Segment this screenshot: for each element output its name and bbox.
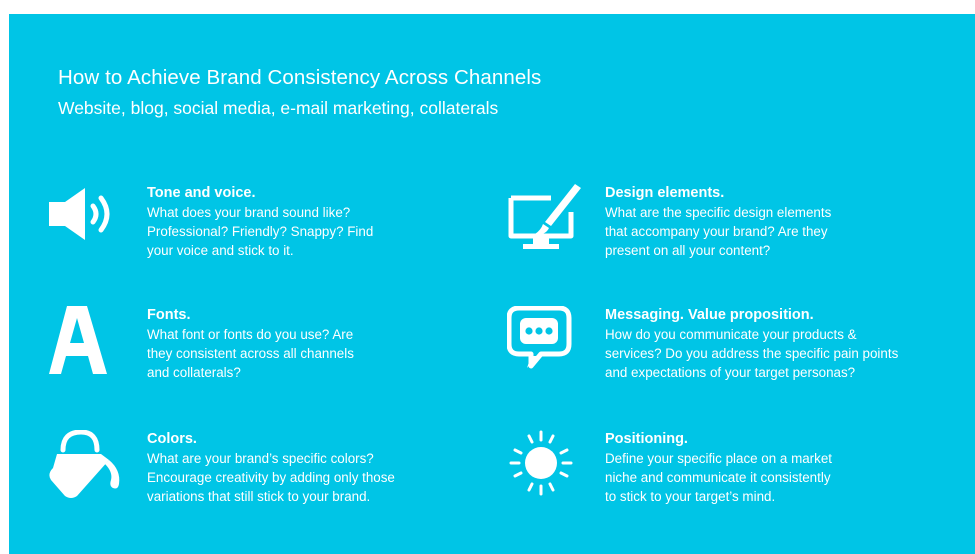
item-heading: Fonts.: [147, 307, 191, 323]
item-description: What are your brand’s specific colors? E…: [147, 451, 395, 504]
item-heading: Messaging. Value proposition.: [605, 307, 814, 323]
paint-bucket-icon: [49, 429, 129, 505]
chat-bubble-icon: [506, 305, 587, 381]
item-heading: Tone and voice.: [147, 185, 256, 201]
speaker-icon: [49, 184, 129, 249]
page-subtitle: Website, blog, social media, e-mail mark…: [58, 98, 499, 118]
item-description: Define your specific place on a market n…: [605, 451, 833, 504]
item-heading: Positioning.: [605, 431, 688, 447]
item-heading: Design elements.: [605, 185, 725, 201]
page-title: How to Achieve Brand Consistency Across …: [58, 66, 542, 89]
item-description: What font or fonts do you use? Are they …: [147, 327, 354, 380]
item-heading: Colors.: [147, 431, 197, 447]
sun-icon: [507, 430, 587, 505]
item-description: How do you communicate your products & s…: [605, 327, 899, 380]
item-description: What does your brand sound like? Profess…: [147, 205, 374, 258]
item-description: What are the specific design elements th…: [605, 205, 832, 258]
monitor-brush-icon: [507, 184, 587, 259]
letter-a-icon: [49, 306, 109, 381]
infographic-panel: How to Achieve Brand Consistency Across …: [9, 14, 975, 554]
